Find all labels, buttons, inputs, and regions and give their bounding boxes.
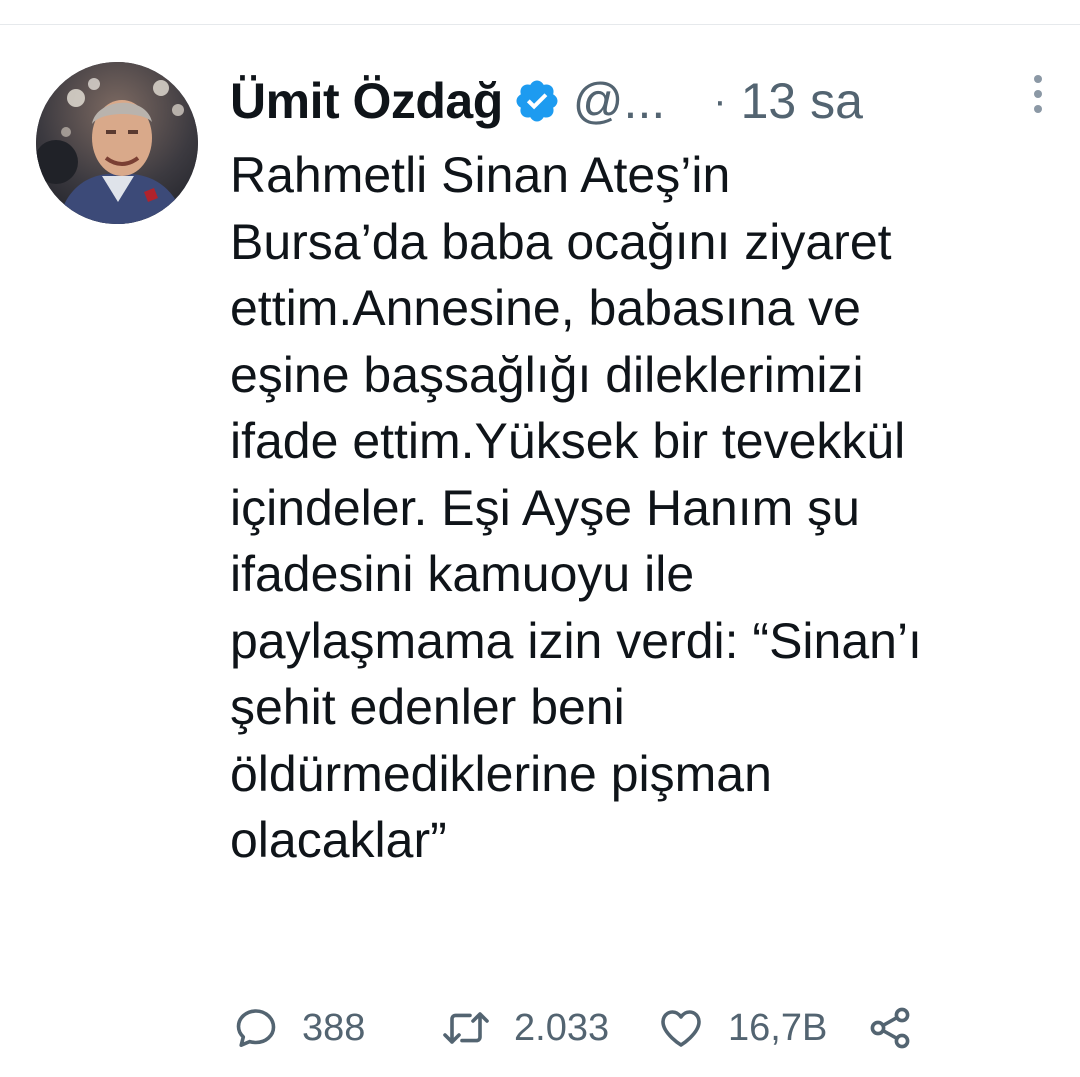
avatar[interactable] bbox=[36, 62, 198, 224]
verified-badge-icon bbox=[513, 77, 561, 125]
tweet-text-line: öldürmediklerine pişman bbox=[230, 745, 772, 802]
retweet-icon bbox=[440, 1004, 492, 1052]
separator-dot: · bbox=[713, 78, 727, 123]
more-vertical-icon[interactable] bbox=[1032, 74, 1044, 114]
tweet-text-line: ifade ettim.Yüksek bir tevekkül bbox=[230, 413, 906, 469]
reply-count: 388 bbox=[302, 1006, 366, 1049]
tweet-header: Ümit Özdağ @... · 13 sa bbox=[230, 66, 1050, 136]
tweet-text: Rahmetli Sinan Ateş’in Bursa’da baba oca… bbox=[230, 142, 1050, 874]
tweet-text-line: içindeler. Eşi Ayşe Hanım şu bbox=[230, 479, 860, 536]
heart-icon bbox=[656, 1004, 706, 1052]
author-handle[interactable]: @... bbox=[573, 72, 665, 130]
like-count: 16,7B bbox=[728, 1006, 828, 1049]
retweet-button[interactable]: 2.033 bbox=[440, 998, 609, 1058]
retweet-count: 2.033 bbox=[514, 1006, 610, 1049]
tweet-text-line: ettim.Annesine, babasına ve bbox=[230, 280, 861, 336]
tweet[interactable]: Ümit Özdağ @... · 13 sa Rahmetli Sinan A… bbox=[0, 0, 1080, 1077]
tweet-text-line: ifadesini kamuoyu ile bbox=[230, 546, 695, 602]
tweet-text-line: eşine başsağlığı dileklerimizi bbox=[230, 346, 864, 403]
share-button[interactable] bbox=[866, 998, 914, 1058]
avatar-photo bbox=[36, 62, 198, 224]
reply-icon bbox=[232, 1004, 280, 1052]
tweet-text-line: paylaşmama izin verdi: “Sinan’ı bbox=[230, 612, 922, 669]
tweet-text-line: Bursa’da baba ocağını ziyaret bbox=[230, 213, 892, 270]
like-button[interactable]: 16,7B bbox=[656, 998, 827, 1058]
share-icon bbox=[866, 1004, 914, 1052]
tweet-text-line: Rahmetli Sinan Ateş’in bbox=[230, 147, 731, 203]
reply-button[interactable]: 388 bbox=[232, 998, 365, 1058]
tweet-text-line: olacaklar” bbox=[230, 812, 447, 868]
tweet-actions: 388 2.033 16,7B bbox=[232, 998, 972, 1058]
author-name[interactable]: Ümit Özdağ bbox=[230, 72, 503, 130]
tweet-text-line: şehit edenler beni bbox=[230, 679, 625, 735]
timestamp[interactable]: 13 sa bbox=[741, 72, 863, 130]
